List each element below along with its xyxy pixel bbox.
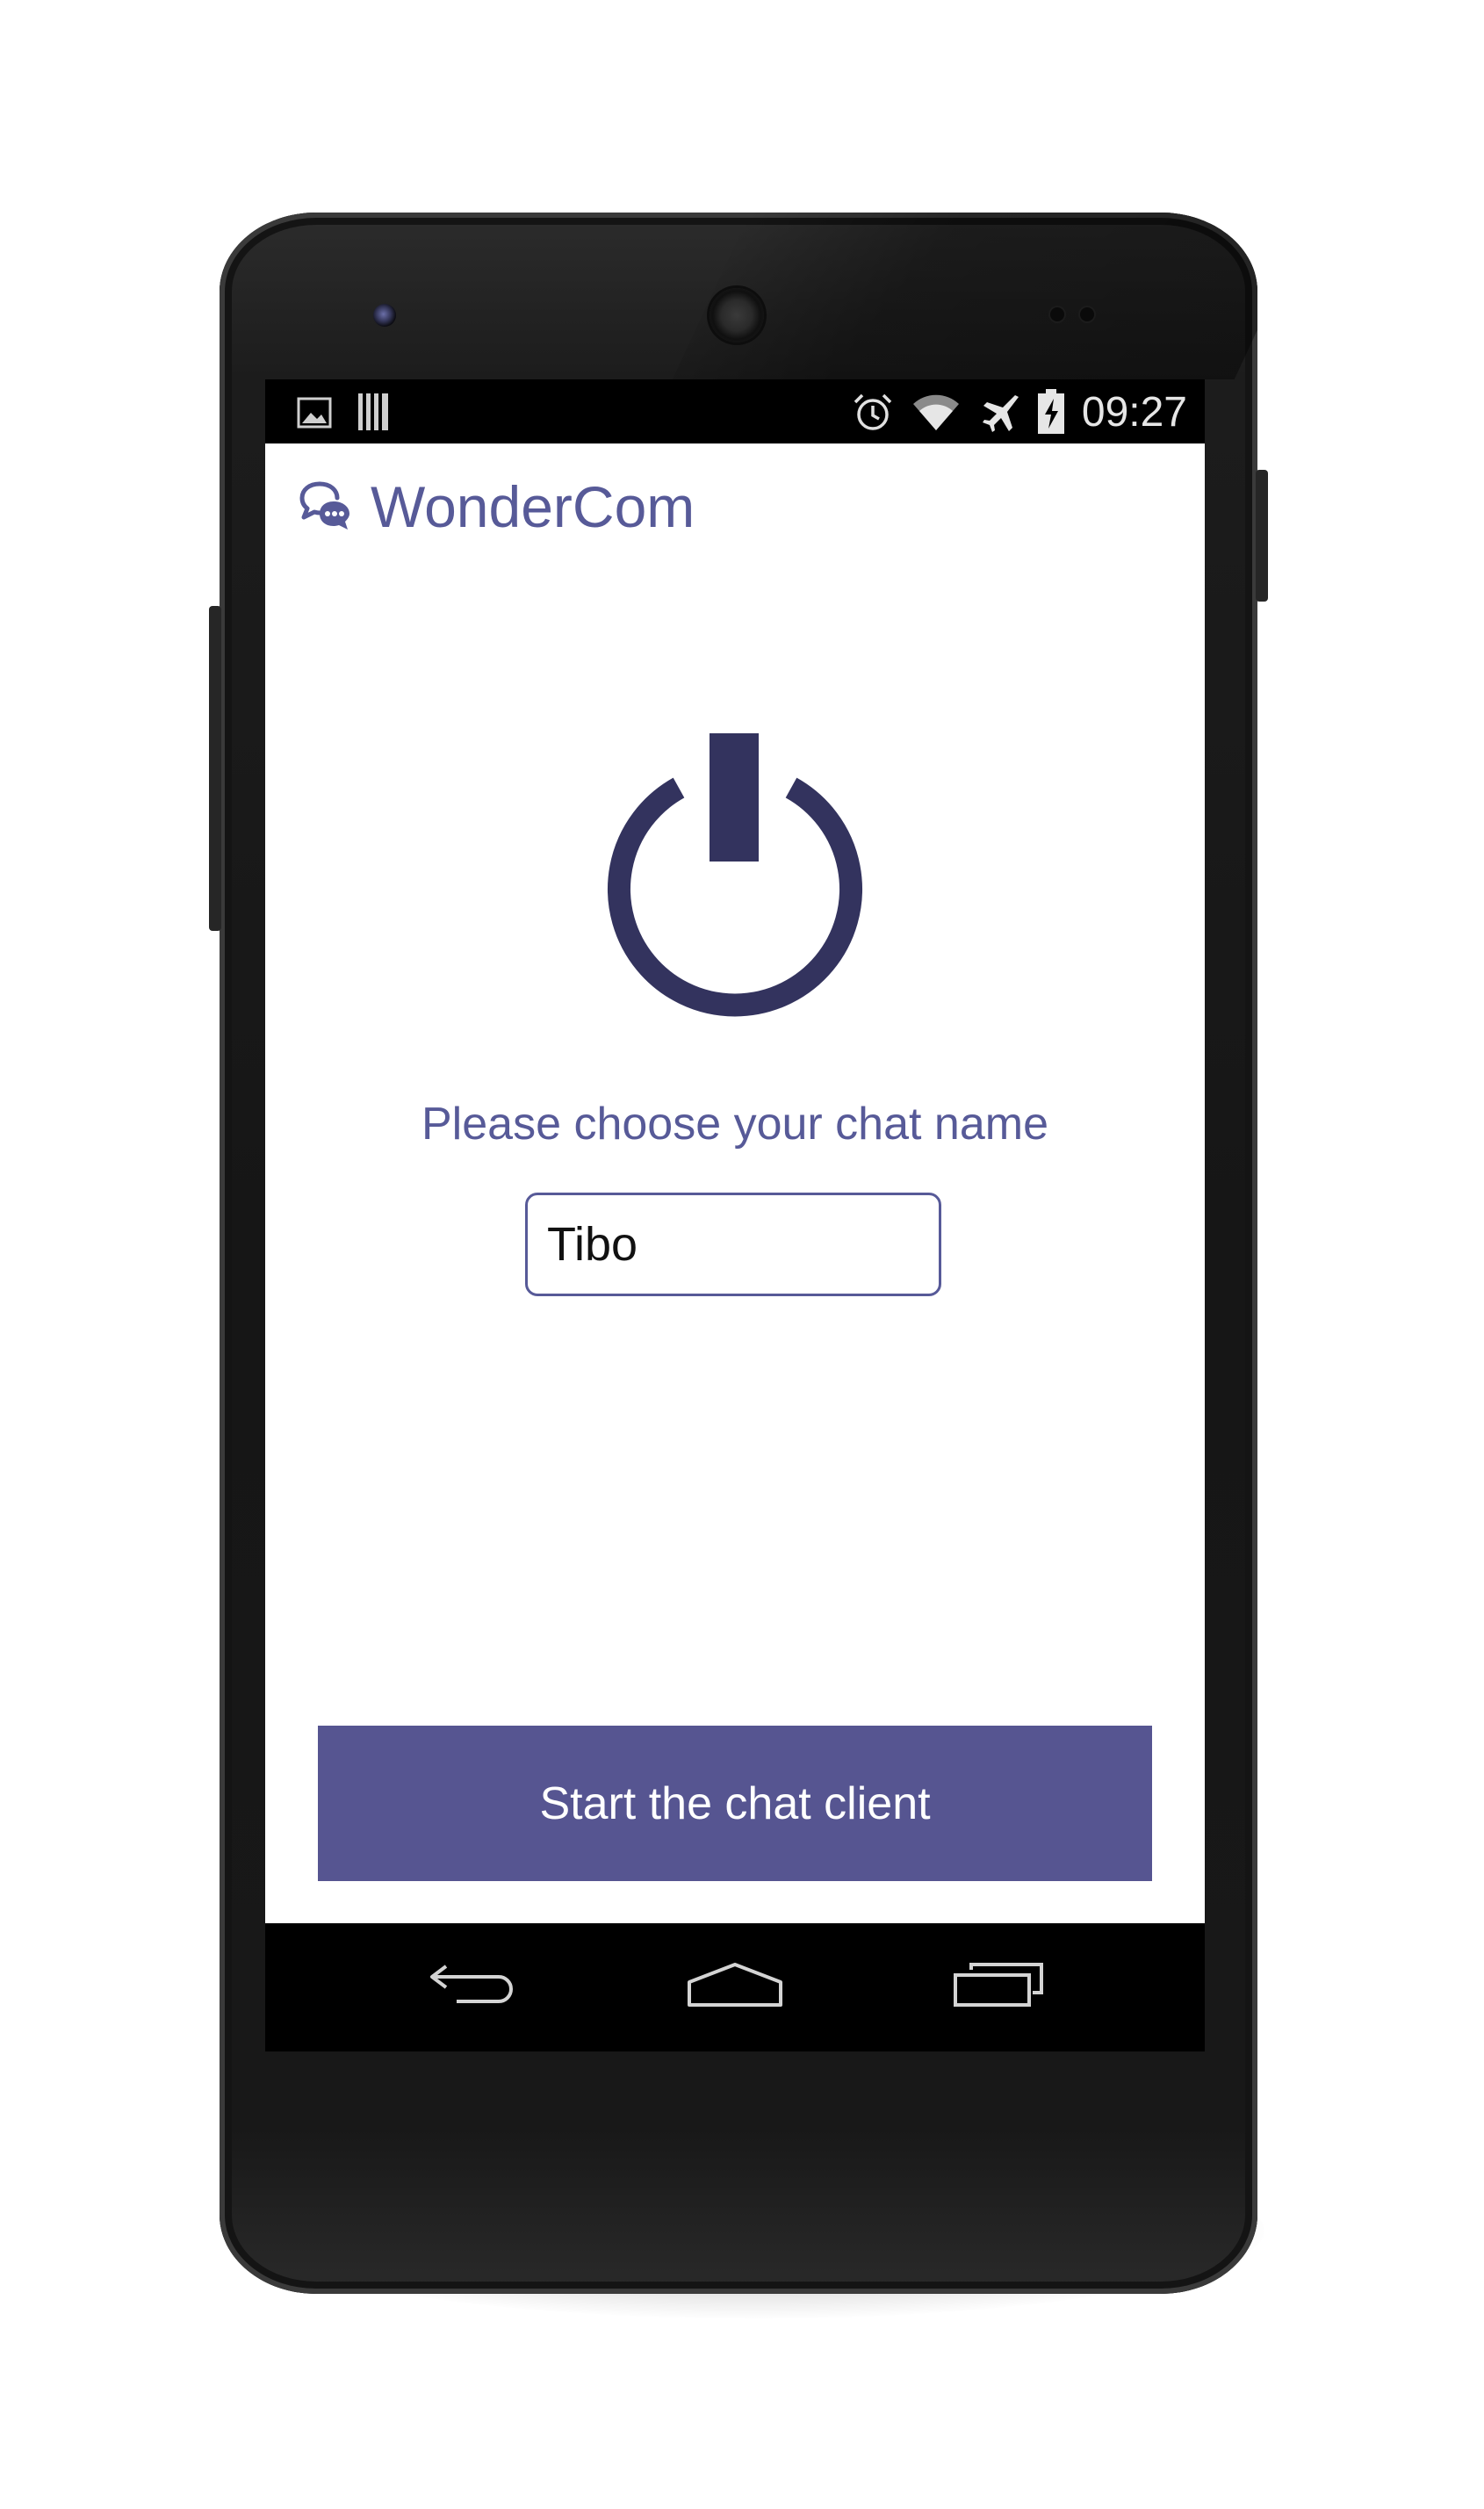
power-icon — [602, 733, 868, 1022]
airplane-mode-icon — [980, 392, 1022, 438]
phone-glare — [672, 213, 1257, 379]
proximity-sensor — [1050, 307, 1064, 321]
status-bar: 09:27 — [265, 379, 1205, 443]
recent-apps-button[interactable] — [946, 1955, 1051, 2020]
back-button[interactable] — [420, 1955, 525, 2020]
chat-name-input[interactable] — [525, 1193, 941, 1296]
image-notification-icon — [297, 397, 332, 433]
barcode-notification-icon — [357, 392, 392, 436]
back-icon — [427, 1961, 518, 2015]
volume-key — [209, 606, 221, 931]
home-button[interactable] — [682, 1955, 788, 2020]
battery-charging-icon — [1036, 388, 1066, 440]
chat-bubbles-icon[interactable] — [299, 479, 355, 539]
front-camera — [373, 304, 396, 327]
app-content: WonderCom Please choose your chat name S… — [265, 443, 1205, 1923]
power-key — [1256, 470, 1268, 602]
navigation-bar — [265, 1923, 1205, 2051]
action-bar: WonderCom — [265, 443, 1205, 575]
recent-apps-icon — [952, 1961, 1045, 2015]
wifi-icon — [911, 392, 961, 436]
app-title: WonderCom — [371, 474, 695, 539]
light-sensor — [1080, 307, 1094, 321]
earpiece-speaker — [710, 288, 764, 342]
status-time: 09:27 — [1081, 389, 1187, 436]
home-icon — [686, 1961, 784, 2015]
screen: 09:27 WonderCom Please choose your chat … — [265, 379, 1205, 2051]
alarm-icon — [852, 392, 894, 438]
chat-name-prompt: Please choose your chat name — [421, 1099, 1048, 1150]
start-chat-client-button[interactable]: Start the chat client — [318, 1726, 1152, 1881]
